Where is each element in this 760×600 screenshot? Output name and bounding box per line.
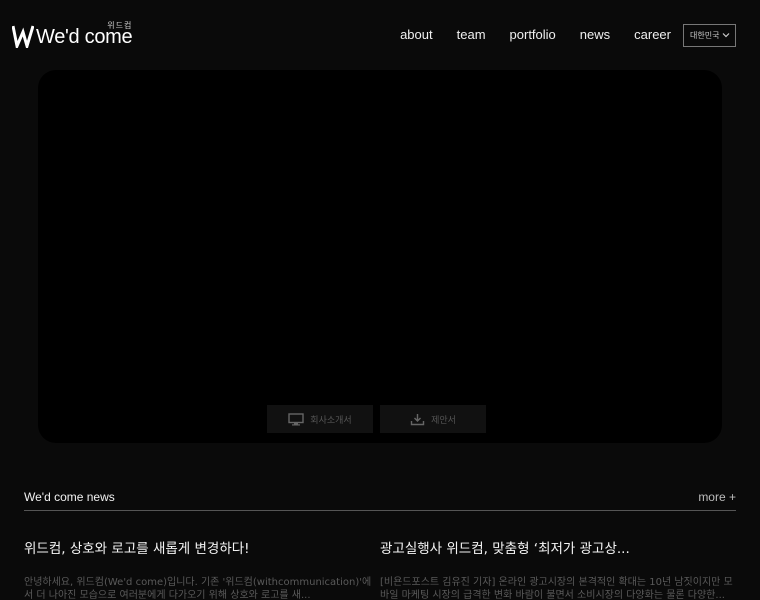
language-select[interactable]: 대한민국 — [683, 24, 736, 47]
company-intro-button[interactable]: 회사소개서 — [267, 405, 373, 433]
chevron-down-icon — [722, 33, 730, 38]
site-header: We'd come 위드컴 about team portfolio news … — [0, 0, 760, 72]
logo-mark-icon — [12, 25, 34, 48]
news-article[interactable]: 광고실행사 위드컴, 맞춤형 ‘최저가 광고상... [비욘드포스트 김유진 기… — [380, 540, 736, 600]
logo-korean-text: 위드컴 — [107, 21, 133, 30]
language-select-value: 대한민국 — [690, 31, 720, 40]
monitor-icon — [288, 412, 304, 425]
nav-portfolio[interactable]: portfolio — [510, 27, 556, 43]
download-icon — [410, 413, 425, 425]
hero-video: 회사소개서 제안서 — [38, 70, 722, 443]
company-intro-label: 회사소개서 — [310, 415, 352, 426]
news-article-title: 광고실행사 위드컴, 맞춤형 ‘최저가 광고상... — [380, 541, 630, 557]
nav-career[interactable]: career — [634, 27, 671, 43]
nav-team[interactable]: team — [457, 27, 486, 43]
news-article-excerpt: [비욘드포스트 김유진 기자] 온라인 광고시장의 본격적인 확대는 10년 남… — [380, 577, 733, 600]
news-section-title: We'd come news — [24, 490, 115, 504]
news-article-excerpt: 안녕하세요, 위드컴(We'd come)입니다. 기존 '위드컴(withco… — [24, 577, 372, 600]
site-logo[interactable]: We'd come 위드컴 — [12, 21, 133, 48]
news-more-link[interactable]: more + — [698, 490, 736, 504]
main-nav: about team portfolio news career — [376, 27, 671, 43]
nav-news[interactable]: news — [580, 27, 610, 43]
news-article-title: 위드컴, 상호와 로고를 새롭게 변경하다! — [24, 541, 250, 557]
news-article[interactable]: 위드컴, 상호와 로고를 새롭게 변경하다! 안녕하세요, 위드컴(We'd c… — [24, 540, 380, 600]
proposal-download-button[interactable]: 제안서 — [380, 405, 486, 433]
news-section-header: We'd come news more + — [24, 489, 736, 511]
nav-about[interactable]: about — [400, 27, 433, 43]
proposal-label: 제안서 — [431, 415, 456, 426]
